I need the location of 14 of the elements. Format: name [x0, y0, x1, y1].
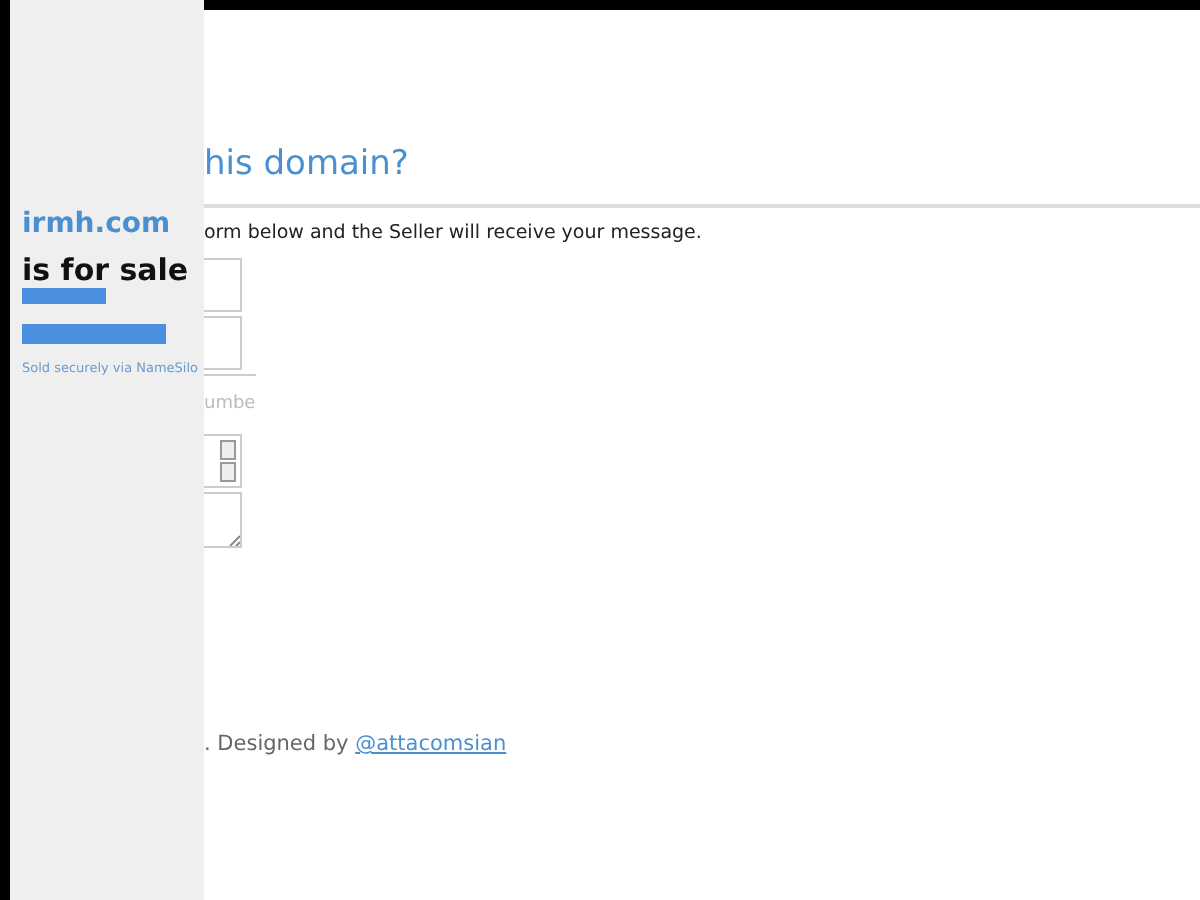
page-heading: his domain? — [204, 144, 411, 184]
redacted-bar — [22, 288, 106, 304]
domain-name: irmh.com — [22, 208, 173, 240]
input-field[interactable] — [204, 316, 242, 370]
resize-grip-icon — [228, 534, 240, 546]
input-field[interactable] — [204, 258, 242, 312]
input-field[interactable]: umbe — [204, 374, 256, 430]
number-spinner[interactable] — [204, 434, 242, 488]
intro-text: orm below and the Seller will receive your message. — [204, 222, 704, 244]
redacted-bar — [22, 324, 166, 344]
footer-text: . Designed by — [204, 732, 349, 756]
designer-link[interactable]: @attacomsian — [355, 732, 507, 756]
sale-title: is for sale — [22, 254, 191, 288]
message-textarea[interactable] — [204, 492, 242, 548]
